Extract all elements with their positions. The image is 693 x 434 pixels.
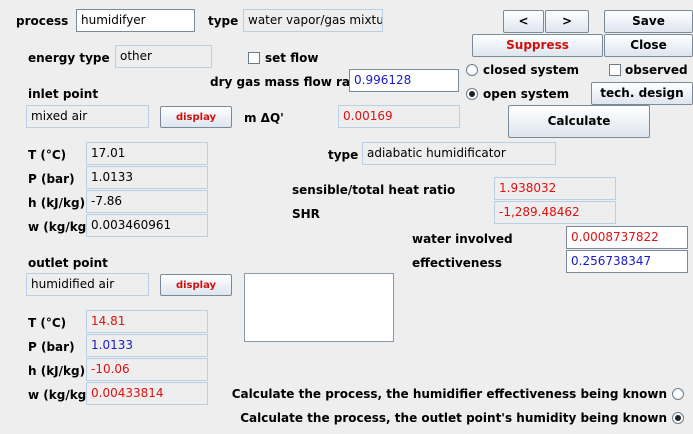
diagram-panel [244,273,394,342]
outlet-p-field: 1.0133 [86,334,208,357]
dry-gas-flow-field[interactable]: 0.996128 [349,69,459,92]
inlet-h-field: -7.86 [86,190,208,213]
calc-mode-option2-label: Calculate the process, the outlet point'… [240,411,667,425]
inlet-display-button[interactable]: display [160,106,232,128]
calculate-button[interactable]: Calculate [508,105,650,138]
inlet-h-label: h (kJ/kg) [28,196,86,210]
closed-system-label: closed system [483,63,580,77]
heat-ratio-field: 1.938032 [494,177,616,200]
heat-ratio-label: sensible/total heat ratio [292,183,456,197]
effectiveness-label: effectiveness [412,256,502,270]
save-button[interactable]: Save [604,10,693,33]
dry-gas-flow-label: dry gas mass flow rate [210,75,364,89]
calc-mode-option1-label: Calculate the process, the humidifier ef… [231,387,667,401]
process-field[interactable]: humidifyer [76,9,195,32]
outlet-h-field: -10.06 [86,358,208,381]
outlet-name-field: humidified air [26,273,149,296]
outlet-t-label: T (°C) [28,316,67,330]
process-type-field: adiabatic humidificator [362,142,556,165]
inlet-t-label: T (°C) [28,148,67,162]
next-button[interactable]: > [545,10,589,33]
prev-button[interactable]: < [503,10,544,33]
inlet-point-title: inlet point [28,87,99,101]
outlet-w-field: 0.00433814 [86,382,208,405]
closed-system-radio[interactable] [466,64,478,76]
process-type-label: type [328,148,359,162]
m-dq-label: m ΔQ' [244,111,284,125]
inlet-p-field: 1.0133 [86,166,208,189]
outlet-h-label: h (kJ/kg) [28,364,86,378]
water-involved-field[interactable]: 0.0008737822 [566,226,688,249]
outlet-p-label: P (bar) [28,340,75,354]
calc-mode-option1-radio[interactable] [672,388,684,400]
outlet-w-label: w (kg/kg) [28,388,92,402]
process-label: process [16,14,69,28]
effectiveness-field[interactable]: 0.256738347 [566,250,688,273]
outlet-point-title: outlet point [28,256,108,270]
inlet-w-label: w (kg/kg) [28,220,92,234]
inlet-w-field: 0.003460961 [86,214,208,237]
observed-checkbox[interactable] [609,64,621,76]
outlet-display-button[interactable]: display [160,274,232,296]
suppress-button[interactable]: Suppress [472,34,603,57]
type-field: water vapor/gas mixtures [243,9,383,32]
outlet-t-field: 14.81 [86,310,208,333]
set-flow-checkbox[interactable] [248,52,260,64]
calc-mode-option2-radio[interactable] [672,412,684,424]
energy-type-label: energy type [28,51,110,65]
shr-field: -1,289.48462 [494,201,616,224]
energy-type-field: other [115,45,212,68]
shr-label: SHR [292,207,320,221]
observed-label: observed [625,63,688,77]
open-system-radio[interactable] [466,88,478,100]
water-involved-label: water involved [412,232,513,246]
close-button[interactable]: Close [604,34,693,57]
m-dq-field: 0.00169 [338,105,460,128]
type-label: type [208,14,239,28]
tech-design-button[interactable]: tech. design [591,82,693,105]
open-system-label: open system [483,87,570,101]
inlet-p-label: P (bar) [28,172,75,186]
inlet-name-field: mixed air [26,105,149,128]
inlet-t-field: 17.01 [86,142,208,165]
set-flow-label: set flow [265,51,319,65]
